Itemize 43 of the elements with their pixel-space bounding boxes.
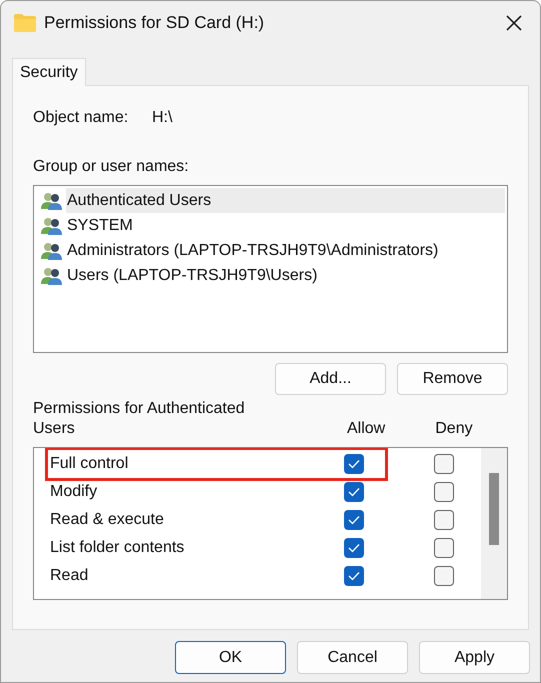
users-icon bbox=[41, 216, 63, 236]
section-label: Permissions for Authenticated Users bbox=[33, 399, 246, 439]
users-icon bbox=[41, 190, 63, 210]
checkmark-icon bbox=[348, 571, 360, 581]
checkbox[interactable] bbox=[344, 538, 364, 558]
dialog-button[interactable]: Cancel bbox=[297, 641, 408, 674]
column-header: Allow bbox=[347, 419, 386, 439]
checkbox[interactable] bbox=[434, 510, 454, 530]
checkbox[interactable] bbox=[344, 566, 364, 586]
permission-name: Modify bbox=[50, 482, 98, 502]
list-item[interactable]: Users (LAPTOP-TRSJH9T9\Users) bbox=[66, 263, 318, 288]
field-label: Object name: bbox=[33, 108, 130, 128]
checkmark-icon bbox=[348, 487, 360, 497]
list-item[interactable]: Authenticated Users bbox=[66, 188, 505, 213]
checkbox[interactable] bbox=[434, 454, 454, 474]
checkmark-icon bbox=[348, 459, 360, 469]
checkbox[interactable] bbox=[344, 482, 364, 502]
users-icon bbox=[41, 266, 63, 286]
permission-name: Full control bbox=[50, 454, 130, 474]
section-label: Group or user names: bbox=[33, 157, 190, 177]
object-name-value: H:\ bbox=[152, 108, 172, 128]
dialog-button[interactable]: Apply bbox=[419, 641, 530, 674]
checkbox[interactable] bbox=[434, 538, 454, 558]
tab[interactable]: Security bbox=[12, 58, 86, 86]
checkbox[interactable] bbox=[344, 454, 364, 474]
list-action-button[interactable]: Add... bbox=[275, 363, 386, 395]
permission-name: Read & execute bbox=[50, 510, 165, 530]
checkbox[interactable] bbox=[344, 510, 364, 530]
checkmark-icon bbox=[348, 515, 360, 525]
list-action-button[interactable]: Remove bbox=[397, 363, 508, 395]
checkbox[interactable] bbox=[434, 566, 454, 586]
users-icon bbox=[41, 240, 63, 260]
column-header: Deny bbox=[435, 419, 473, 439]
list-item[interactable]: Administrators (LAPTOP-TRSJH9T9\Administrators) bbox=[66, 238, 440, 263]
checkmark-icon bbox=[348, 543, 360, 553]
window-title: Permissions for SD Card (H:) bbox=[44, 12, 264, 34]
permission-name: List folder contents bbox=[50, 538, 186, 558]
folder-icon bbox=[14, 14, 36, 32]
dialog-button[interactable]: OK bbox=[175, 641, 286, 674]
scrollbar[interactable] bbox=[481, 448, 507, 599]
permission-name: Read bbox=[50, 566, 90, 586]
checkbox[interactable] bbox=[434, 482, 454, 502]
list-item[interactable]: SYSTEM bbox=[66, 213, 134, 238]
